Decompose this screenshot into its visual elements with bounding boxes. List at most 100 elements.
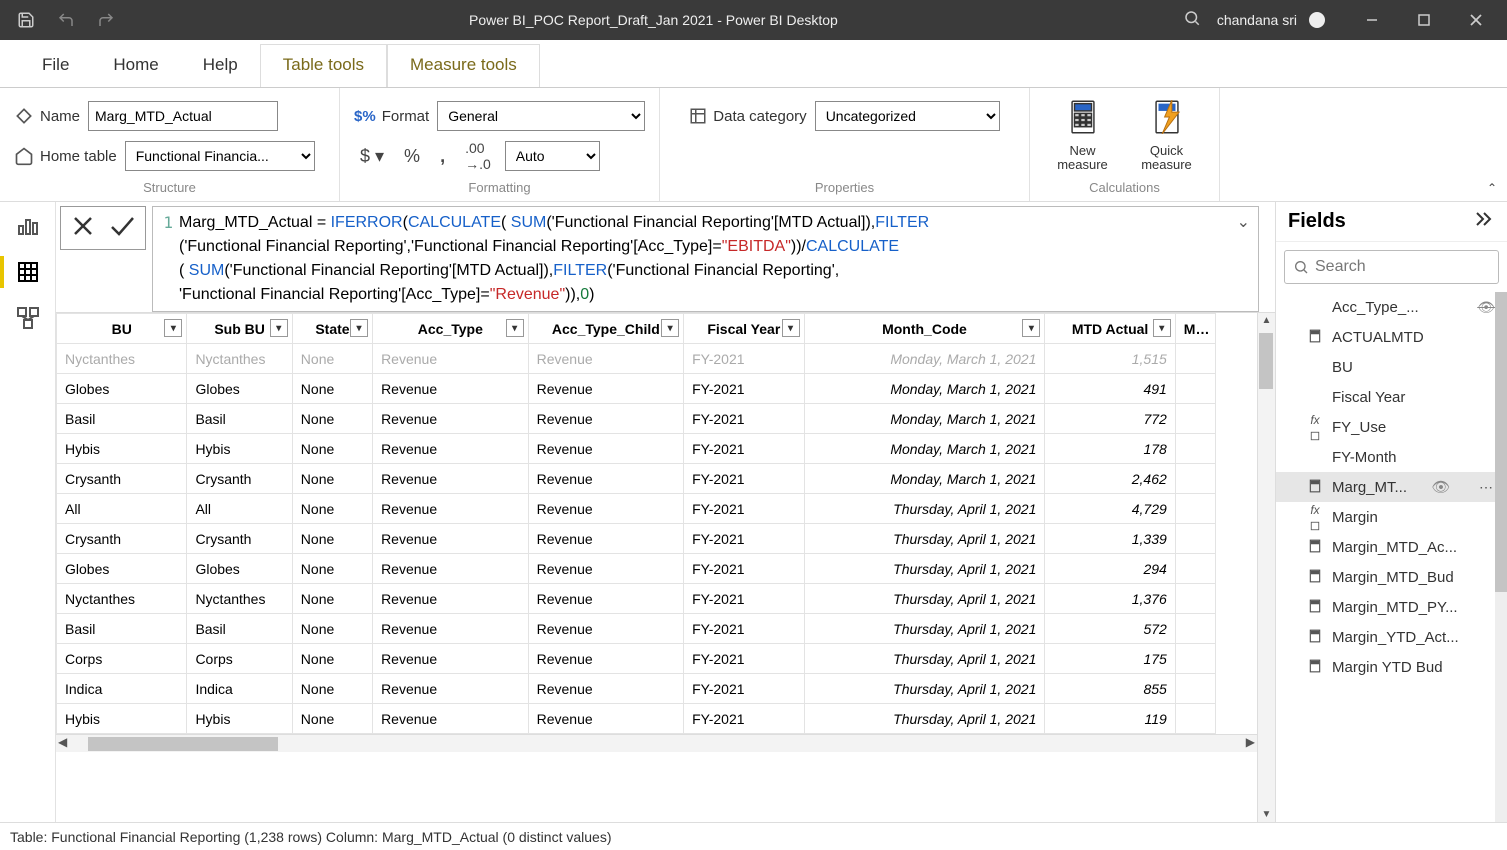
group-calculations: Calculations: [1044, 176, 1205, 199]
avatar[interactable]: [1309, 12, 1325, 28]
new-measure-button[interactable]: New measure: [1048, 100, 1118, 172]
table-row[interactable]: BasilBasilNoneRevenueRevenueFY-2021Monda…: [57, 404, 1216, 434]
field-label: BU: [1332, 359, 1353, 376]
formula-expand-icon[interactable]: ⌄: [1237, 211, 1250, 235]
redo-icon[interactable]: [88, 4, 124, 36]
data-category-select[interactable]: Uncategorized: [815, 101, 1000, 131]
currency-button[interactable]: $ ▾: [354, 146, 390, 167]
commit-formula-icon[interactable]: [109, 214, 135, 243]
column-header[interactable]: Sub BU▾: [187, 314, 292, 344]
field-type-icon: [1306, 539, 1324, 556]
auto-select[interactable]: Auto: [505, 141, 600, 171]
quick-measure-button[interactable]: Quick measure: [1132, 100, 1202, 172]
group-properties: Properties: [674, 176, 1015, 199]
close-icon[interactable]: [1453, 4, 1499, 36]
table-row[interactable]: GlobesGlobesNoneRevenueRevenueFY-2021Mon…: [57, 374, 1216, 404]
model-view-icon[interactable]: [8, 300, 48, 336]
filter-icon[interactable]: ▾: [1153, 319, 1171, 337]
table-row[interactable]: CrysanthCrysanthNoneRevenueRevenueFY-202…: [57, 464, 1216, 494]
column-header[interactable]: MTD Actual▾: [1045, 314, 1175, 344]
filter-icon[interactable]: ▾: [1022, 319, 1040, 337]
left-nav-rail: [0, 202, 56, 822]
vertical-scrollbar[interactable]: ▲ ▼: [1257, 313, 1275, 822]
filter-icon[interactable]: ▾: [164, 319, 182, 337]
column-header[interactable]: Acc_Type▾: [373, 314, 529, 344]
field-item[interactable]: ACTUALMTD: [1276, 322, 1507, 352]
column-header[interactable]: Month_Code▾: [804, 314, 1045, 344]
field-label: FY_Use: [1332, 419, 1386, 436]
menu-file[interactable]: File: [20, 45, 91, 87]
horizontal-scrollbar[interactable]: ◀▶: [56, 734, 1257, 752]
table-row[interactable]: CrysanthCrysanthNoneRevenueRevenueFY-202…: [57, 524, 1216, 554]
data-grid[interactable]: BU▾Sub BU▾State▾Acc_Type▾Acc_Type_Child▾…: [56, 313, 1216, 734]
percent-button[interactable]: %: [398, 146, 426, 167]
fields-collapse-icon[interactable]: [1475, 211, 1495, 232]
field-item[interactable]: Acc_Type_...👁: [1276, 292, 1507, 322]
filter-icon[interactable]: ▾: [270, 319, 288, 337]
table-row[interactable]: CorpsCorpsNoneRevenueRevenueFY-2021Thurs…: [57, 644, 1216, 674]
minimize-icon[interactable]: [1349, 4, 1395, 36]
home-table-select[interactable]: Functional Financia...: [125, 141, 315, 171]
fields-title: Fields: [1288, 210, 1346, 233]
report-view-icon[interactable]: [8, 208, 48, 244]
fields-scrollbar[interactable]: [1495, 292, 1507, 822]
filter-icon[interactable]: ▾: [782, 319, 800, 337]
home-table-label: Home table: [14, 146, 117, 166]
fields-search-input[interactable]: Search: [1284, 250, 1499, 284]
formula-editor[interactable]: 1 Marg_MTD_Actual = IFERROR(CALCULATE( S…: [152, 206, 1259, 312]
decimals-button[interactable]: .00→.0: [459, 140, 497, 172]
table-row[interactable]: IndicaIndicaNoneRevenueRevenueFY-2021Thu…: [57, 674, 1216, 704]
column-header[interactable]: BU▾: [57, 314, 187, 344]
table-row[interactable]: BasilBasilNoneRevenueRevenueFY-2021Thurs…: [57, 614, 1216, 644]
data-view-icon[interactable]: [8, 254, 48, 290]
field-item[interactable]: BU: [1276, 352, 1507, 382]
more-icon[interactable]: ⋯: [1479, 479, 1495, 496]
table-row[interactable]: NyctanthesNyctanthesNoneRevenueRevenueFY…: [57, 344, 1216, 374]
maximize-icon[interactable]: [1401, 4, 1447, 36]
ribbon-collapse-icon[interactable]: ⌃: [1487, 181, 1497, 195]
format-label: $%Format: [354, 108, 429, 125]
field-item[interactable]: Margin YTD Bud: [1276, 652, 1507, 682]
visible-icon: 👁: [1431, 478, 1450, 496]
search-icon[interactable]: [1183, 9, 1201, 32]
column-header[interactable]: MTD: [1175, 314, 1215, 344]
filter-icon[interactable]: ▾: [350, 319, 368, 337]
field-type-icon: [1306, 569, 1324, 586]
format-select[interactable]: General: [437, 101, 645, 131]
table-row[interactable]: AllAllNoneRevenueRevenueFY-2021Thursday,…: [57, 494, 1216, 524]
field-item[interactable]: Marg_MT...👁⋯: [1276, 472, 1507, 502]
field-item[interactable]: Margin_YTD_Act...: [1276, 622, 1507, 652]
cancel-formula-icon[interactable]: [71, 214, 95, 243]
column-header[interactable]: Acc_Type_Child▾: [528, 314, 684, 344]
filter-icon[interactable]: ▾: [661, 319, 679, 337]
filter-icon[interactable]: ▾: [506, 319, 524, 337]
table-row[interactable]: NyctanthesNyctanthesNoneRevenueRevenueFY…: [57, 584, 1216, 614]
menu-table-tools[interactable]: Table tools: [260, 44, 387, 87]
ribbon: Name Home table Functional Financia... S…: [0, 88, 1507, 202]
thousands-button[interactable]: ,: [434, 146, 451, 167]
field-item[interactable]: Margin_MTD_PY...: [1276, 592, 1507, 622]
menu-help[interactable]: Help: [181, 45, 260, 87]
field-item[interactable]: FY-Month: [1276, 442, 1507, 472]
field-type-icon: fx: [1306, 411, 1324, 443]
field-item[interactable]: fx FY_Use: [1276, 412, 1507, 442]
field-label: Margin_MTD_Ac...: [1332, 539, 1457, 556]
field-label: Margin_YTD_Act...: [1332, 629, 1459, 646]
user-name[interactable]: chandana sri: [1217, 12, 1297, 28]
menu-home[interactable]: Home: [91, 45, 180, 87]
menu-measure-tools[interactable]: Measure tools: [387, 44, 540, 87]
field-item[interactable]: Margin_MTD_Ac...: [1276, 532, 1507, 562]
field-label: Margin_MTD_PY...: [1332, 599, 1458, 616]
field-item[interactable]: Margin_MTD_Bud: [1276, 562, 1507, 592]
column-header[interactable]: Fiscal Year▾: [684, 314, 804, 344]
field-item[interactable]: fxMargin: [1276, 502, 1507, 532]
table-row[interactable]: HybisHybisNoneRevenueRevenueFY-2021Thurs…: [57, 704, 1216, 734]
table-row[interactable]: HybisHybisNoneRevenueRevenueFY-2021Monda…: [57, 434, 1216, 464]
field-type-icon: [1306, 629, 1324, 646]
table-row[interactable]: GlobesGlobesNoneRevenueRevenueFY-2021Thu…: [57, 554, 1216, 584]
field-item[interactable]: Fiscal Year: [1276, 382, 1507, 412]
name-input[interactable]: [88, 101, 278, 131]
save-icon[interactable]: [8, 4, 44, 36]
column-header[interactable]: State▾: [292, 314, 372, 344]
undo-icon[interactable]: [48, 4, 84, 36]
